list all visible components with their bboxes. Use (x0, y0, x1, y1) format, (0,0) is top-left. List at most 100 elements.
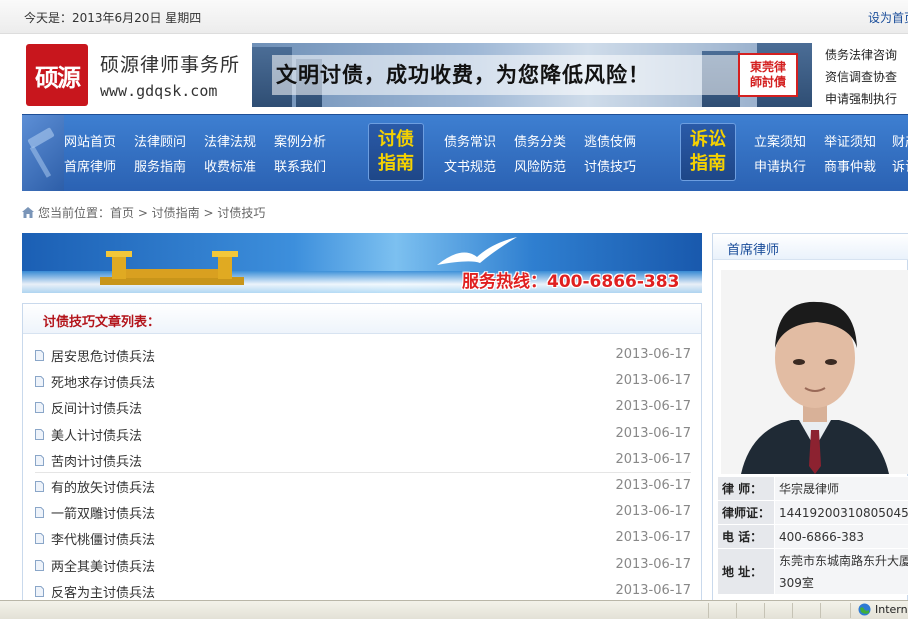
article-title[interactable]: 李代桃僵讨债兵法 (51, 529, 155, 548)
set-homepage-link[interactable]: 设为首页 (868, 9, 908, 26)
nav-service-guide[interactable]: 服务指南 (134, 156, 186, 175)
security-zone[interactable]: Internet (858, 603, 908, 616)
badge-debt-guide[interactable]: 讨债 指南 (368, 123, 424, 181)
top-bar: 今天是：2013年6月20日 星期四 设为首页 (0, 0, 908, 34)
article-row[interactable]: 李代桃僵讨债兵法 2013-06-17 (35, 525, 691, 551)
badge-debt-guide-line1: 讨债 (378, 129, 414, 150)
article-row[interactable]: 美人计讨债兵法 2013-06-17 (35, 421, 691, 447)
article-date: 2013-06-17 (615, 582, 691, 598)
article-row[interactable]: 居安思危讨债兵法 2013-06-17 (35, 342, 691, 368)
lawyer-address-label: 地 址： (716, 548, 776, 595)
main-nav: 网站首页 法律顾问 法律法规 案例分析 首席律师 服务指南 收费标准 联系我们 … (22, 114, 908, 191)
nav-cases[interactable]: 案例分析 (274, 131, 326, 150)
breadcrumb-text[interactable]: 您当前位置：首页 > 讨债指南 > 讨债技巧 (38, 204, 265, 221)
article-title[interactable]: 一箭双雕讨债兵法 (51, 503, 155, 522)
globe-icon (858, 603, 871, 616)
article-date: 2013-06-17 (615, 478, 691, 493)
article-row[interactable]: 有的放矢讨债兵法 2013-06-17 (35, 473, 691, 499)
hotline-banner: 服务热线：400-6866-383 (22, 233, 702, 293)
side-link-credit[interactable]: 资信调查协查 (825, 66, 897, 88)
nav-filing-notice[interactable]: 立案须知 (754, 131, 806, 150)
article-row[interactable]: 一箭双雕讨债兵法 2013-06-17 (35, 499, 691, 525)
document-icon (35, 402, 44, 414)
document-icon (35, 454, 44, 466)
article-title[interactable]: 苦肉计讨债兵法 (51, 451, 142, 470)
article-title[interactable]: 居安思危讨债兵法 (51, 346, 155, 365)
article-title[interactable]: 反间计讨债兵法 (51, 398, 142, 417)
browser-status-bar: Internet (0, 600, 908, 619)
lawyer-phone-label: 电 话： (716, 524, 776, 549)
document-icon (35, 533, 44, 545)
article-row[interactable]: 死地求存讨债兵法 2013-06-17 (35, 368, 691, 394)
status-segment (764, 603, 765, 618)
nav-laws[interactable]: 法律法规 (204, 131, 256, 150)
status-segment (850, 603, 851, 618)
nav-document-norms[interactable]: 文书规范 (444, 156, 496, 175)
site-logo[interactable]: 硕源 (26, 44, 88, 106)
security-zone-label: Internet (875, 603, 908, 616)
badge-litigation-line2: 指南 (690, 153, 726, 174)
lawyer-name-row: 律 师： 华宗晟律师 (716, 476, 908, 501)
nav-litigation[interactable]: 诉讼 (892, 156, 908, 175)
document-icon (35, 585, 44, 597)
nav-evasion-tricks[interactable]: 逃债伎俩 (584, 131, 636, 150)
nav-evidence-notice[interactable]: 举证须知 (824, 131, 876, 150)
nav-fees[interactable]: 收费标准 (204, 156, 256, 175)
article-date: 2013-06-17 (615, 347, 691, 362)
lawyer-name-value: 华宗晟律师 (774, 476, 908, 501)
article-row[interactable]: 反间计讨债兵法 2013-06-17 (35, 394, 691, 420)
badge-litigation-guide[interactable]: 诉讼 指南 (680, 123, 736, 181)
lawyer-address-line2: 309室 (779, 575, 814, 590)
lawyer-phone-row: 电 话： 400-6866-383 (716, 524, 908, 549)
home-icon (22, 207, 34, 218)
nav-debt-basics[interactable]: 债务常识 (444, 131, 496, 150)
article-title[interactable]: 有的放矢讨债兵法 (51, 477, 155, 496)
status-segment (820, 603, 821, 618)
chief-lawyer-panel: 首席律师 律 师： 华宗晟律师 律师证： 14419200310805045 电… (712, 233, 908, 603)
chief-lawyer-heading: 首席律师 (727, 243, 780, 258)
article-date: 2013-06-17 (615, 425, 691, 441)
nav-legal-advisor[interactable]: 法律顾问 (134, 131, 186, 150)
side-link-consult[interactable]: 债务法律咨询 (825, 44, 897, 66)
document-icon (35, 376, 44, 388)
stamp-line-2: 師討債 (749, 75, 786, 89)
lawyer-license-value: 14419200310805045 (774, 500, 908, 525)
article-row[interactable]: 两全其美讨债兵法 2013-06-17 (35, 552, 691, 578)
nav-apply-enforcement[interactable]: 申请执行 (754, 156, 806, 175)
nav-property[interactable]: 财产 (892, 131, 908, 150)
nav-chief-lawyer[interactable]: 首席律师 (64, 156, 116, 175)
lawyer-address-row: 地 址： 东莞市东城南路东升大厦 309室 (716, 548, 908, 595)
article-title[interactable]: 美人计讨债兵法 (51, 425, 142, 444)
article-date: 2013-06-17 (615, 556, 691, 572)
nav-home[interactable]: 网站首页 (64, 131, 116, 150)
article-title[interactable]: 死地求存讨债兵法 (51, 372, 155, 391)
banner-stamp: 東莞律 師討債 (738, 53, 798, 97)
article-date: 2013-06-17 (615, 504, 691, 520)
hotline-number: 服务热线：400-6866-383 (462, 272, 680, 292)
document-icon (35, 428, 44, 440)
chief-lawyer-header: 首席律师 (713, 234, 908, 260)
lawyer-info-table: 律 师： 华宗晟律师 律师证： 14419200310805045 电 话： 4… (716, 476, 908, 595)
golden-throne-icon (100, 251, 244, 285)
article-row[interactable]: 苦肉计讨债兵法 2013-06-17 (35, 447, 691, 473)
nav-risk-prevention[interactable]: 风险防范 (514, 156, 566, 175)
side-link-enforce[interactable]: 申请强制执行 (825, 88, 897, 110)
lawyer-address-value: 东莞市东城南路东升大厦 309室 (774, 548, 908, 595)
document-icon (35, 559, 44, 571)
nav-contact[interactable]: 联系我们 (274, 156, 326, 175)
article-title[interactable]: 反客为主讨债兵法 (51, 582, 155, 601)
article-date: 2013-06-17 (615, 373, 691, 389)
article-date: 2013-06-17 (615, 399, 691, 415)
current-date: 今天是：2013年6月20日 星期四 (24, 11, 202, 25)
status-segment (736, 603, 737, 618)
nav-arbitration[interactable]: 商事仲裁 (824, 156, 876, 175)
nav-collection-tips[interactable]: 讨债技巧 (584, 156, 636, 175)
lawyer-license-row: 律师证： 14419200310805045 (716, 500, 908, 525)
lawyer-license-label: 律师证： (716, 500, 776, 525)
breadcrumb: 您当前位置：首页 > 讨债指南 > 讨债技巧 (22, 204, 265, 221)
article-title[interactable]: 两全其美讨债兵法 (51, 556, 155, 575)
article-list-header: 讨债技巧文章列表： (23, 304, 701, 334)
nav-debt-types[interactable]: 债务分类 (514, 131, 566, 150)
article-date: 2013-06-17 (615, 530, 691, 546)
lawyer-phone-value: 400-6866-383 (774, 524, 908, 549)
